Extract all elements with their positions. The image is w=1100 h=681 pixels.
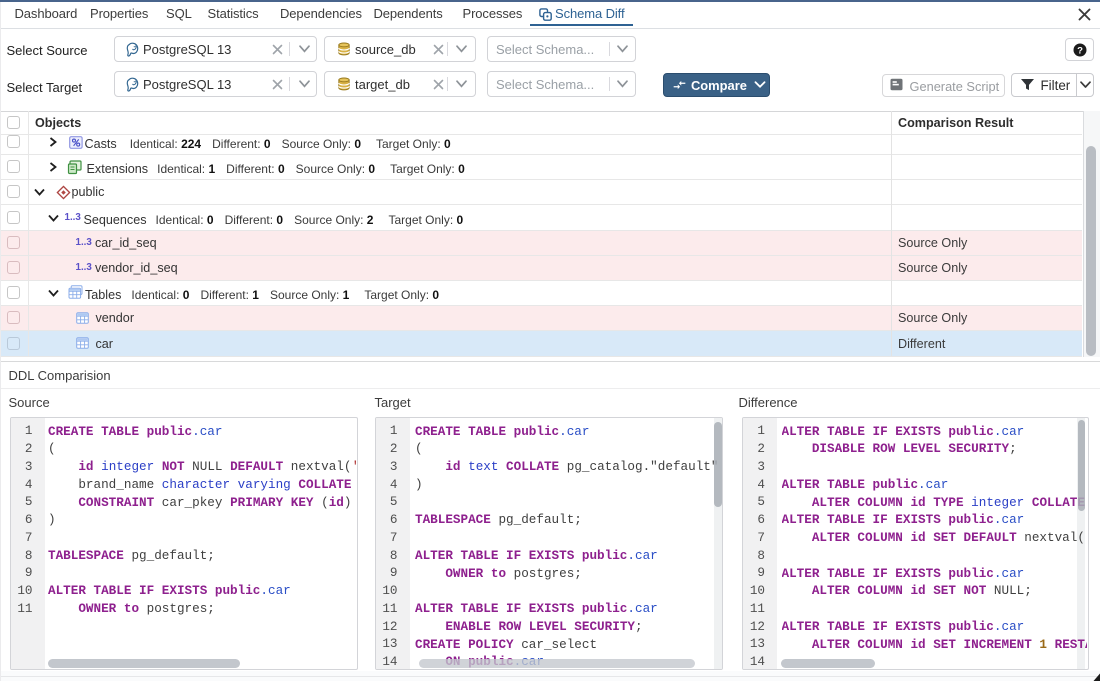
- svg-text:?: ?: [1077, 45, 1083, 56]
